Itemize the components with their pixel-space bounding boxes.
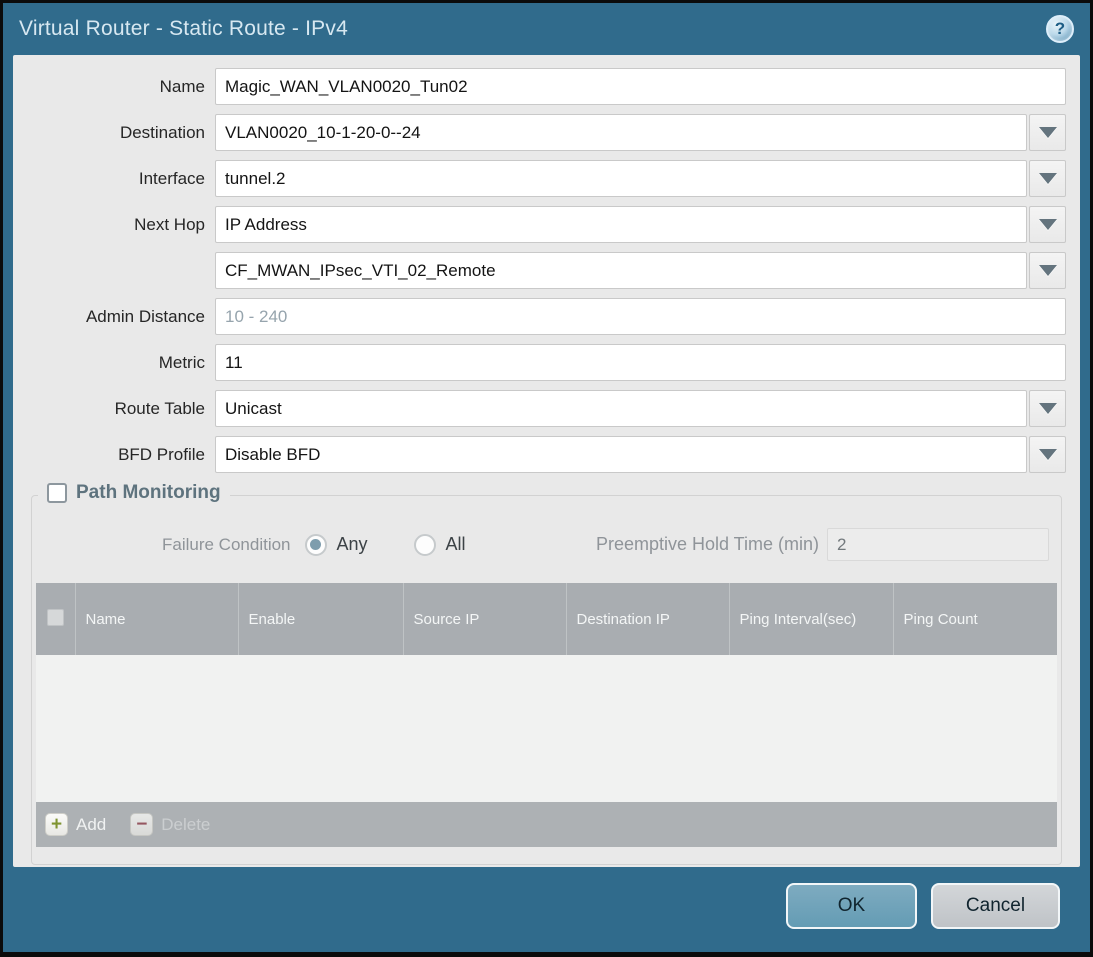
- form-row-next-hop: Next Hop: [13, 206, 1066, 243]
- path-monitoring-checkbox[interactable]: [47, 483, 67, 503]
- col-header-name: Name: [75, 583, 238, 655]
- dialog-title: Virtual Router - Static Route - IPv4: [19, 17, 348, 41]
- col-header-ping-count: Ping Count: [893, 583, 1057, 655]
- chevron-down-icon: [1039, 173, 1057, 184]
- destination-label: Destination: [13, 123, 215, 143]
- failure-condition-label: Failure Condition: [162, 535, 291, 555]
- col-header-enable: Enable: [238, 583, 403, 655]
- form-row-admin-distance: Admin Distance: [13, 298, 1066, 335]
- form-row-metric: Metric: [13, 344, 1066, 381]
- next-hop-label: Next Hop: [13, 215, 215, 235]
- destination-input[interactable]: [215, 114, 1027, 151]
- add-button[interactable]: + Add: [45, 813, 106, 836]
- select-all-header-cell: [36, 583, 75, 655]
- radio-all-label: All: [446, 534, 466, 555]
- bfd-profile-input[interactable]: [215, 436, 1027, 473]
- next-hop-address-input[interactable]: [215, 252, 1027, 289]
- help-icon[interactable]: ?: [1046, 15, 1074, 43]
- interface-dropdown-button[interactable]: [1029, 160, 1066, 197]
- form-row-destination: Destination: [13, 114, 1066, 151]
- path-monitoring-table: Name Enable Source IP Destination IP Pin…: [36, 583, 1057, 847]
- next-hop-address-dropdown-button[interactable]: [1029, 252, 1066, 289]
- path-monitoring-label: Path Monitoring: [76, 482, 221, 504]
- name-input[interactable]: [215, 68, 1066, 105]
- dialog-titlebar: Virtual Router - Static Route - IPv4 ?: [3, 3, 1090, 55]
- bfd-profile-label: BFD Profile: [13, 445, 215, 465]
- route-table-input[interactable]: [215, 390, 1027, 427]
- select-all-checkbox[interactable]: [47, 609, 64, 626]
- chevron-down-icon: [1039, 449, 1057, 460]
- minus-icon: −: [130, 813, 153, 836]
- radio-any-label: Any: [337, 534, 368, 555]
- interface-input[interactable]: [215, 160, 1027, 197]
- dialog-footer: OK Cancel: [3, 867, 1090, 952]
- next-hop-type-input[interactable]: [215, 206, 1027, 243]
- form-row-bfd-profile: BFD Profile: [13, 436, 1066, 473]
- cancel-button[interactable]: Cancel: [931, 883, 1060, 929]
- add-button-label: Add: [76, 815, 106, 835]
- metric-input[interactable]: [215, 344, 1066, 381]
- bfd-profile-dropdown-button[interactable]: [1029, 436, 1066, 473]
- delete-button-label: Delete: [161, 815, 210, 835]
- chevron-down-icon: [1039, 219, 1057, 230]
- col-header-destination-ip: Destination IP: [566, 583, 729, 655]
- form-row-interface: Interface: [13, 160, 1066, 197]
- destination-dropdown-button[interactable]: [1029, 114, 1066, 151]
- col-header-ping-interval: Ping Interval(sec): [729, 583, 893, 655]
- static-route-dialog: Virtual Router - Static Route - IPv4 ? N…: [3, 3, 1090, 952]
- form-row-route-table: Route Table: [13, 390, 1066, 427]
- form-row-name: Name: [13, 68, 1066, 105]
- interface-label: Interface: [13, 169, 215, 189]
- route-table-dropdown-button[interactable]: [1029, 390, 1066, 427]
- path-monitoring-legend: Path Monitoring: [38, 482, 230, 504]
- metric-label: Metric: [13, 353, 215, 373]
- table-toolbar: + Add − Delete: [36, 802, 1057, 847]
- next-hop-type-dropdown-button[interactable]: [1029, 206, 1066, 243]
- name-label: Name: [13, 77, 215, 97]
- admin-distance-input[interactable]: [215, 298, 1066, 335]
- screen: Virtual Router - Static Route - IPv4 ? N…: [0, 0, 1093, 957]
- failure-condition-row: Failure Condition Any All Preemptive Hol…: [32, 528, 1061, 561]
- preemptive-hold-label: Preemptive Hold Time (min): [596, 534, 819, 555]
- dialog-content-panel: Name Destination Interface: [13, 55, 1080, 867]
- col-header-source-ip: Source IP: [403, 583, 566, 655]
- table-body-empty: [36, 655, 1057, 802]
- preemptive-hold-group: Preemptive Hold Time (min): [596, 528, 1049, 561]
- chevron-down-icon: [1039, 265, 1057, 276]
- admin-distance-label: Admin Distance: [13, 307, 215, 327]
- delete-button[interactable]: − Delete: [130, 813, 210, 836]
- chevron-down-icon: [1039, 127, 1057, 138]
- radio-any[interactable]: [305, 534, 327, 556]
- ok-button[interactable]: OK: [786, 883, 917, 929]
- plus-icon: +: [45, 813, 68, 836]
- path-monitoring-section: Path Monitoring Failure Condition Any Al…: [31, 495, 1062, 865]
- chevron-down-icon: [1039, 403, 1057, 414]
- preemptive-hold-input[interactable]: [827, 528, 1049, 561]
- radio-all[interactable]: [414, 534, 436, 556]
- route-table-label: Route Table: [13, 399, 215, 419]
- form-row-next-hop-value: [13, 252, 1066, 289]
